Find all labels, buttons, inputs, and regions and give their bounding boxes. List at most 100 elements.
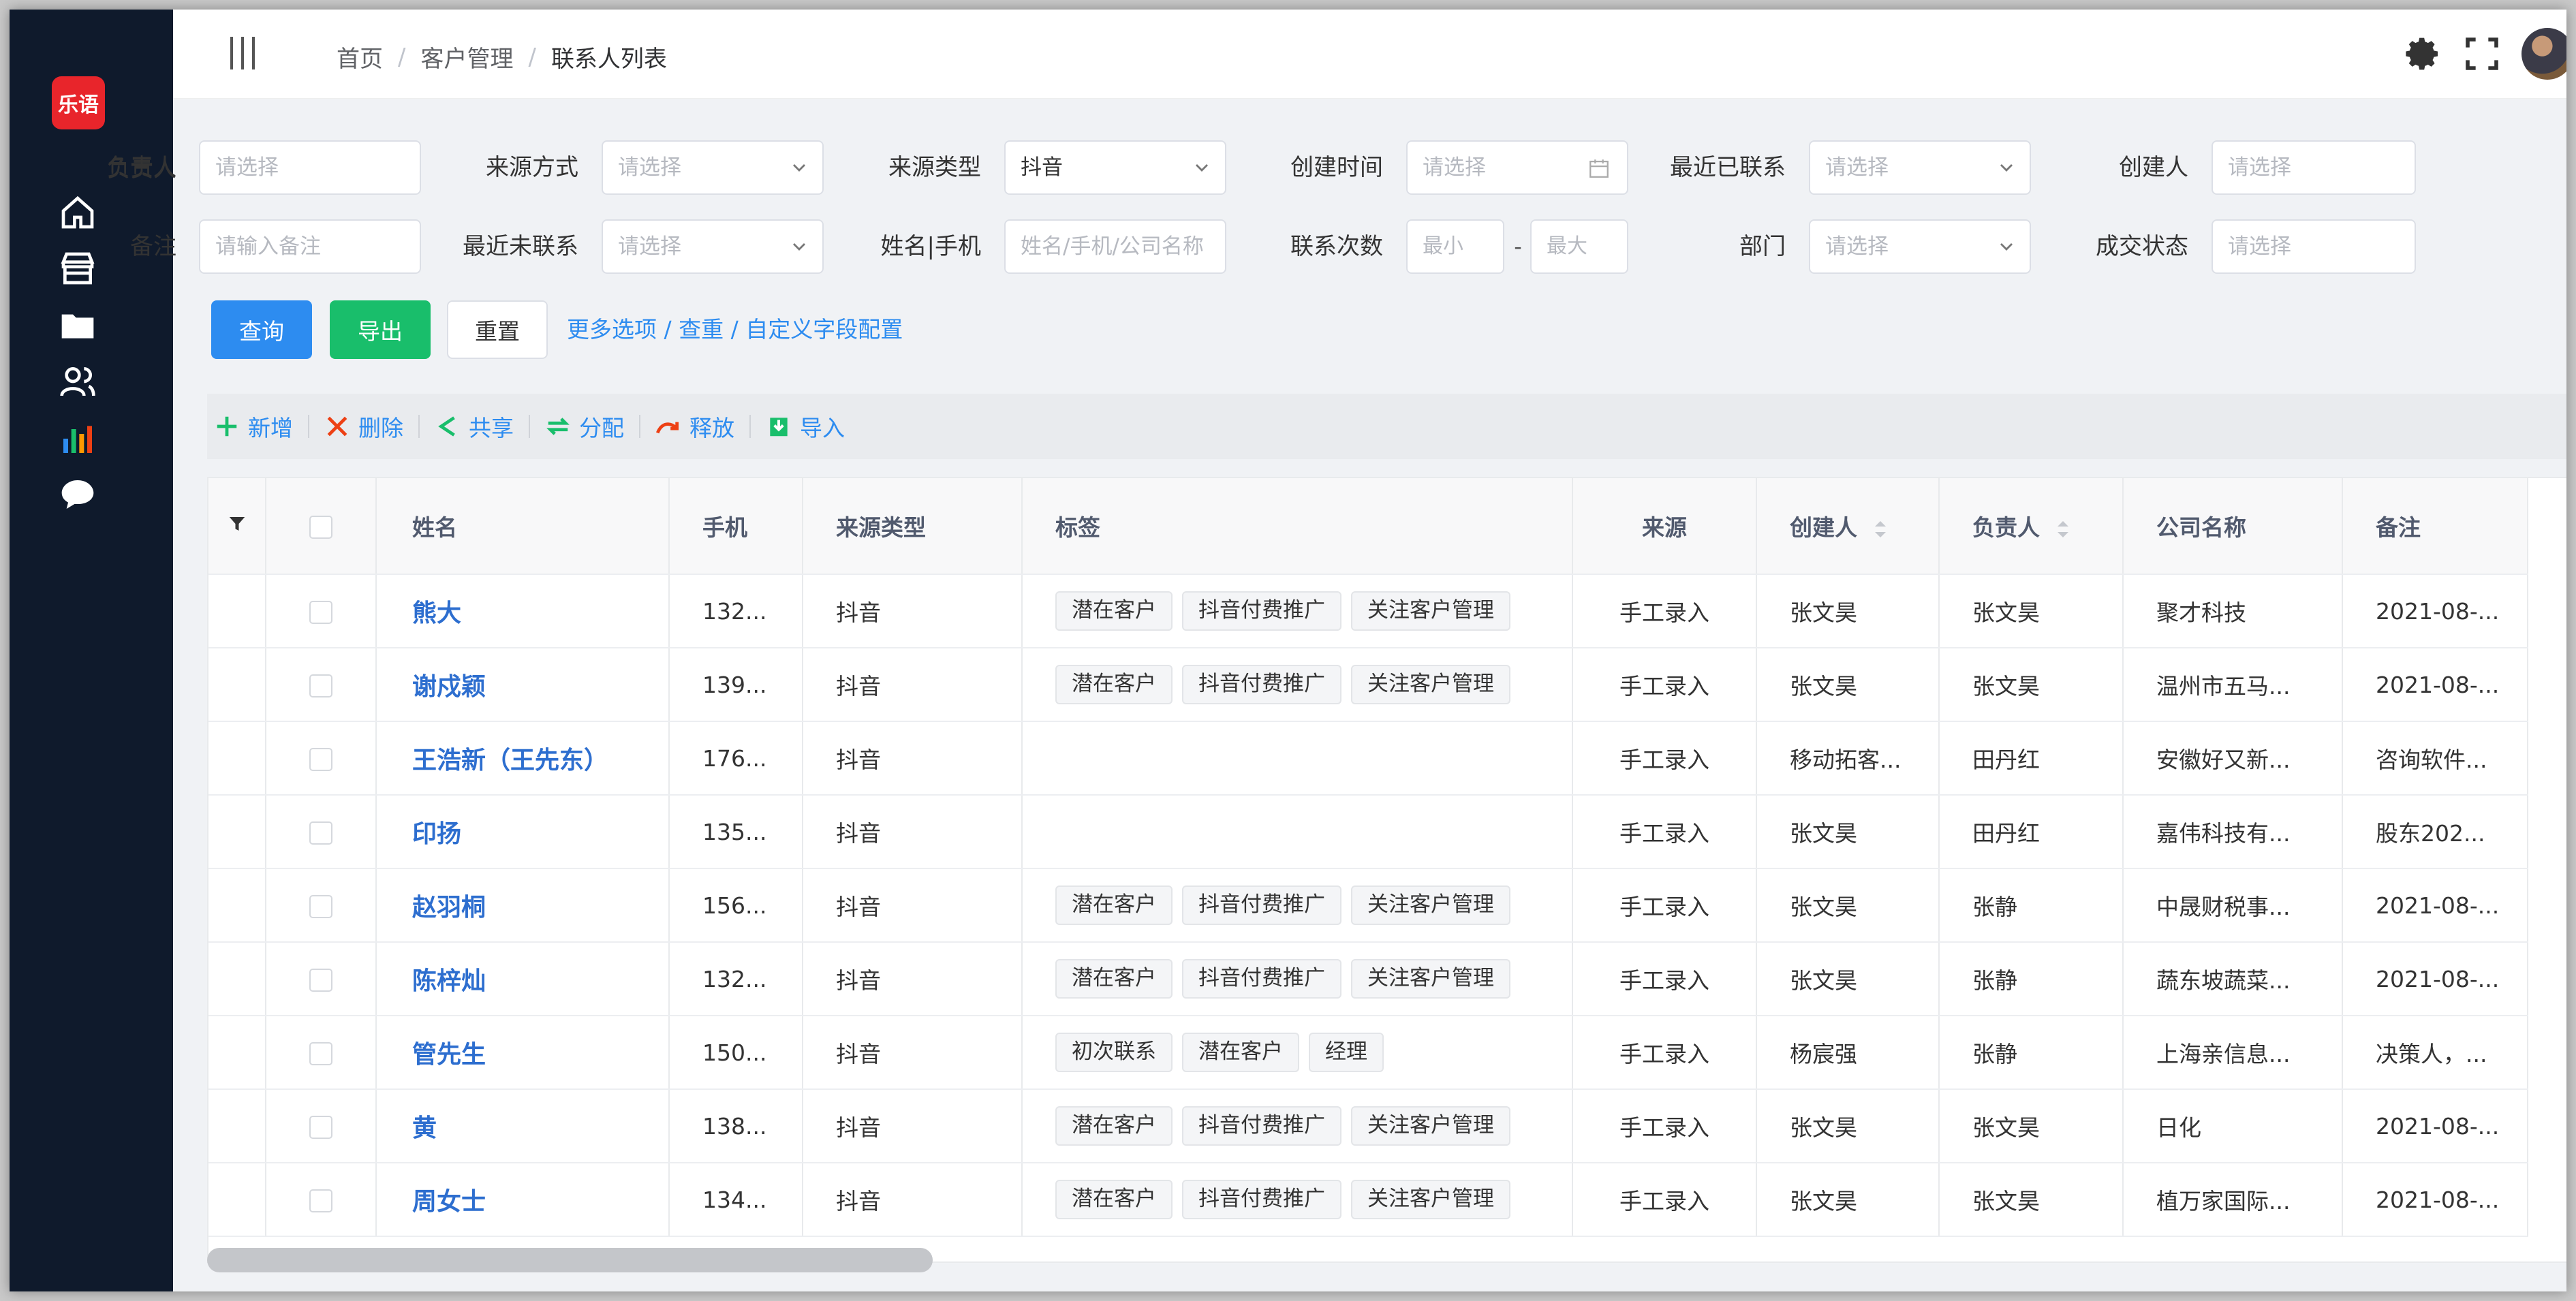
assign-button[interactable]: 分配 xyxy=(530,410,639,443)
table-row[interactable]: 王浩新（王先东） 176... 抖音 手工录入 移动拓客... 田丹红 安徽好又新... 咨询… xyxy=(208,721,2528,796)
checkbox[interactable] xyxy=(309,969,332,992)
tag-badge: 潜在客户 xyxy=(1055,1106,1173,1146)
row-checkbox[interactable] xyxy=(266,721,377,796)
contact-name-link[interactable]: 黄 xyxy=(376,1089,670,1163)
app-logo[interactable]: 乐语 xyxy=(52,76,105,129)
remark-cell: 股东202... xyxy=(2342,795,2528,869)
source-cell: 手工录入 xyxy=(1572,868,1757,943)
source-type-cell: 抖音 xyxy=(803,1163,1023,1237)
row-checkbox[interactable] xyxy=(266,868,377,943)
owner-cell: 张文昊 xyxy=(1939,574,2124,648)
release-button[interactable]: 释放 xyxy=(640,410,749,443)
col-owner[interactable]: 负责人 xyxy=(1939,478,2124,575)
row-spacer xyxy=(208,1163,266,1237)
checkbox[interactable] xyxy=(309,1042,332,1065)
remark-cell: 2021-08-... xyxy=(2342,1163,2528,1237)
query-button[interactable]: 查询 xyxy=(211,300,312,359)
fullscreen-icon[interactable] xyxy=(2463,35,2501,73)
filter-input-row2-5[interactable]: 请选择 xyxy=(2212,219,2416,274)
table-row[interactable]: 赵羽桐 156... 抖音 潜在客户 抖音付费推广 关注客户管理 手工录入 张文昊 张静 中晟财税… xyxy=(208,868,2528,943)
reset-button[interactable]: 重置 xyxy=(447,300,548,359)
table-row[interactable]: 熊大 132... 抖音 潜在客户 抖音付费推广 关注客户管理 手工录入 张文昊 张文昊 聚才科技… xyxy=(208,574,2528,648)
table-row[interactable]: 管先生 150... 抖音 初次联系 潜在客户 经理 手工录入 杨宸强 张静 上海亲信息... 决策… xyxy=(208,1016,2528,1090)
col-source: 来源 xyxy=(1572,478,1757,575)
checkbox[interactable] xyxy=(309,1116,332,1139)
source-type-cell: 抖音 xyxy=(803,1089,1023,1163)
folder-icon[interactable] xyxy=(59,307,97,345)
sort-icon[interactable] xyxy=(1874,520,1887,539)
row-spacer xyxy=(208,942,266,1016)
contact-name-link[interactable]: 周女士 xyxy=(376,1163,670,1237)
col-tags: 标签 xyxy=(1022,478,1573,575)
select-all-checkbox[interactable] xyxy=(266,478,377,575)
tag-badge: 抖音付费推广 xyxy=(1182,665,1341,704)
filter-input-row1-5[interactable]: 请选择 xyxy=(2212,140,2416,195)
share-button[interactable]: 共享 xyxy=(420,410,529,443)
breadcrumb-separator: / xyxy=(398,43,406,71)
chat-icon[interactable] xyxy=(59,475,97,514)
add-label: 新增 xyxy=(248,415,293,441)
more-options-link[interactable]: 更多选项 / 查重 / 自定义字段配置 xyxy=(567,300,903,359)
table-header-row: 姓名 手机 来源类型 标签 来源 创建人 负责人 公司名称 备注 xyxy=(208,478,2528,575)
import-button[interactable]: 导入 xyxy=(751,410,860,443)
contact-name-link[interactable]: 赵羽桐 xyxy=(376,868,670,943)
remark-cell: 2021-08-... xyxy=(2342,648,2528,722)
import-icon xyxy=(770,418,788,437)
col-company: 公司名称 xyxy=(2123,478,2343,575)
checkbox[interactable] xyxy=(309,601,332,624)
tag-badge: 关注客户管理 xyxy=(1351,1106,1510,1146)
table-row[interactable]: 黄 138... 抖音 潜在客户 抖音付费推广 关注客户管理 手工录入 张文昊 张文昊 日化 202… xyxy=(208,1089,2528,1163)
table-row[interactable]: 陈梓灿 132... 抖音 潜在客户 抖音付费推广 关注客户管理 手工录入 张文昊 张静 蔬东坡蔬… xyxy=(208,942,2528,1016)
delete-button[interactable]: 删除 xyxy=(309,410,418,443)
row-checkbox[interactable] xyxy=(266,574,377,648)
creator-cell: 张文昊 xyxy=(1756,942,1940,1016)
checkbox[interactable] xyxy=(309,895,332,918)
phone-cell: 176... xyxy=(669,721,803,796)
export-button[interactable]: 导出 xyxy=(330,300,431,359)
bar-chart-icon[interactable] xyxy=(59,420,97,458)
row-spacer xyxy=(208,795,266,869)
row-checkbox[interactable] xyxy=(266,1016,377,1090)
contact-name-link[interactable]: 谢戍颖 xyxy=(376,648,670,722)
row-checkbox[interactable] xyxy=(266,1163,377,1237)
menu-toggle-icon[interactable] xyxy=(228,35,258,71)
add-button[interactable]: 新增 xyxy=(207,410,308,443)
filter-column-icon[interactable] xyxy=(208,478,266,575)
contact-name-link[interactable]: 王浩新（王先东） xyxy=(376,721,670,796)
contact-name-link[interactable]: 陈梓灿 xyxy=(376,942,670,1016)
users-icon[interactable] xyxy=(59,362,97,401)
source-type-cell: 抖音 xyxy=(803,648,1023,722)
tag-badge: 关注客户管理 xyxy=(1351,591,1510,631)
tag-badge: 经理 xyxy=(1309,1033,1384,1072)
checkbox[interactable] xyxy=(309,1189,332,1212)
contact-name-link[interactable]: 熊大 xyxy=(376,574,670,648)
table-row[interactable]: 周女士 134... 抖音 潜在客户 抖音付费推广 关注客户管理 手工录入 张文昊 张文昊 植万家… xyxy=(208,1163,2528,1237)
checkbox[interactable] xyxy=(309,821,332,845)
gear-icon[interactable] xyxy=(2404,35,2442,73)
table-row[interactable]: 印扬 135... 抖音 手工录入 张文昊 田丹红 嘉伟科技有... 股东202... xyxy=(208,795,2528,869)
row-checkbox[interactable] xyxy=(266,795,377,869)
contact-name-link[interactable]: 管先生 xyxy=(376,1016,670,1090)
tags-cell: 潜在客户 抖音付费推广 关注客户管理 xyxy=(1022,1089,1573,1163)
row-checkbox[interactable] xyxy=(266,1089,377,1163)
company-cell: 安徽好又新... xyxy=(2123,721,2343,796)
col-remark: 备注 xyxy=(2342,478,2528,575)
contact-name-link[interactable]: 印扬 xyxy=(376,795,670,869)
row-checkbox[interactable] xyxy=(266,942,377,1016)
top-header: 首页 / 客户管理 / 联系人列表 xyxy=(173,10,2566,99)
row-checkbox[interactable] xyxy=(266,648,377,722)
filter-placeholder: 请选择 xyxy=(2228,234,2291,259)
breadcrumb-customer-mgmt[interactable]: 客户管理 xyxy=(420,40,513,74)
source-cell: 手工录入 xyxy=(1572,1163,1757,1237)
sort-icon[interactable] xyxy=(2056,520,2070,539)
horizontal-scrollbar[interactable] xyxy=(207,1248,933,1272)
header-actions xyxy=(2404,28,2566,80)
col-creator[interactable]: 创建人 xyxy=(1756,478,1940,575)
avatar[interactable] xyxy=(2521,28,2566,80)
checkbox[interactable] xyxy=(309,674,332,697)
table-row[interactable]: 谢戍颖 139... 抖音 潜在客户 抖音付费推广 关注客户管理 手工录入 张文昊 张文昊 温州市… xyxy=(208,648,2528,722)
breadcrumb-home[interactable]: 首页 xyxy=(337,40,383,74)
tags-cell: 潜在客户 抖音付费推广 关注客户管理 xyxy=(1022,868,1573,943)
col-creator-label: 创建人 xyxy=(1790,514,1857,541)
checkbox[interactable] xyxy=(309,748,332,771)
